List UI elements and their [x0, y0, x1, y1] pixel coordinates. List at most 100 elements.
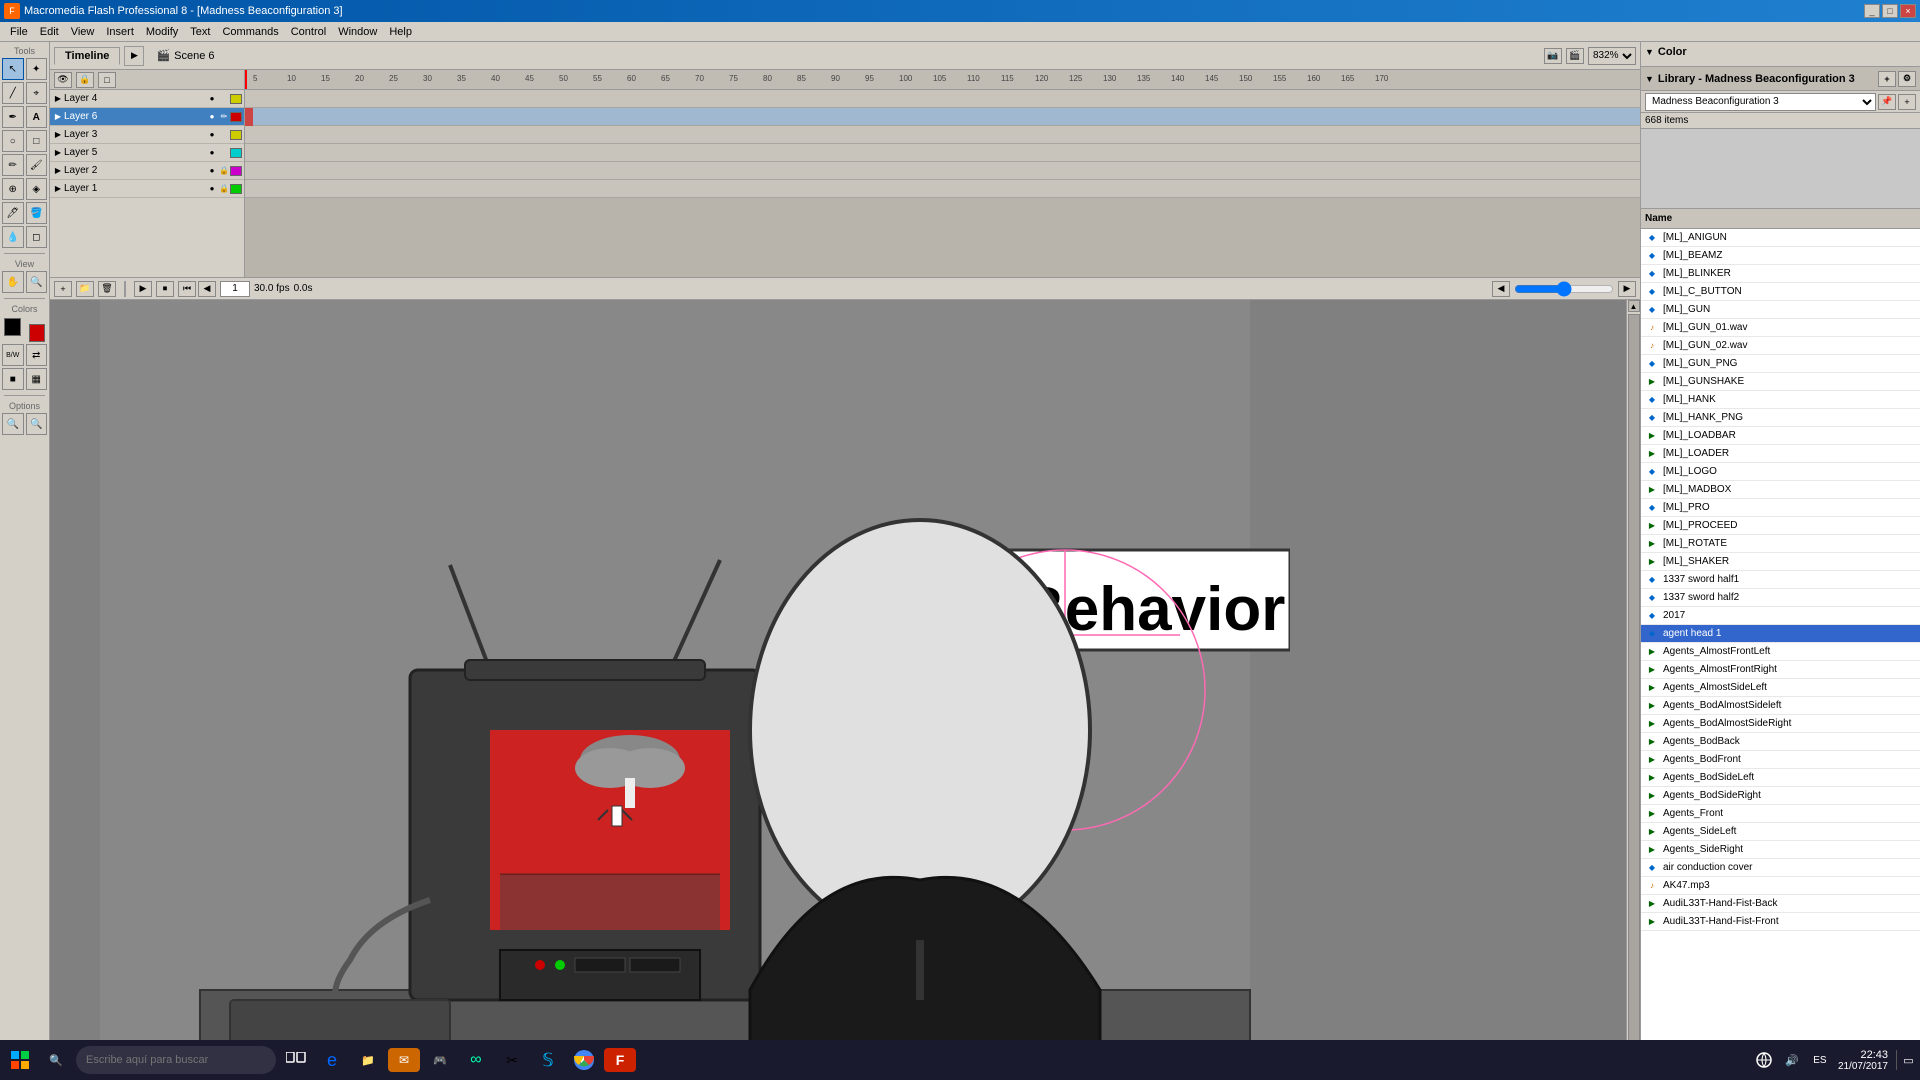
scroll-up-btn[interactable]: ▲ — [1628, 300, 1640, 312]
lib-settings-btn[interactable]: ⚙ — [1898, 71, 1916, 87]
layer-3-lock-icon[interactable] — [218, 129, 230, 141]
menu-modify[interactable]: Modify — [140, 24, 184, 40]
search-icon[interactable]: 🔍 — [40, 1044, 72, 1076]
library-item[interactable]: ▶Agents_SideLeft — [1641, 823, 1920, 841]
brush-tool[interactable]: 🖌 — [26, 154, 48, 176]
add-layer-btn[interactable]: + — [54, 281, 72, 297]
games-icon[interactable]: 🎮 — [424, 1044, 456, 1076]
zoom-tool[interactable]: 🔍 — [26, 271, 48, 293]
ie-icon[interactable]: e — [316, 1044, 348, 1076]
scroll-thumb[interactable] — [1628, 314, 1640, 1052]
show-all-btn[interactable]: 👁 — [54, 72, 72, 88]
line-tool[interactable]: ╱ — [2, 82, 24, 104]
lib-pin-btn[interactable]: 📌 — [1878, 94, 1896, 110]
library-item[interactable]: ▶[ML]_LOADER — [1641, 445, 1920, 463]
timeline-tab[interactable]: Timeline — [54, 47, 120, 65]
library-item[interactable]: ▶AudiL33T-Hand-Fist-Back — [1641, 895, 1920, 913]
eyedropper-tool[interactable]: 💧 — [2, 226, 24, 248]
lock-all-btn[interactable]: 🔒 — [76, 72, 94, 88]
library-collapse-icon[interactable]: ▼ — [1645, 74, 1654, 84]
library-item[interactable]: ▶[ML]_LOADBAR — [1641, 427, 1920, 445]
layer-5-visible-icon[interactable]: ● — [206, 147, 218, 159]
library-item[interactable]: ◆[ML]_PRO — [1641, 499, 1920, 517]
select-tool[interactable]: ↖ — [2, 58, 24, 80]
library-item[interactable]: ▶Agents_BodSideRight — [1641, 787, 1920, 805]
library-list[interactable]: ◆[ML]_ANIGUN◆[ML]_BEAMZ◆[ML]_BLINKER◆[ML… — [1641, 229, 1920, 1080]
library-item[interactable]: ◆[ML]_ANIGUN — [1641, 229, 1920, 247]
ink-bottle-tool[interactable]: 🖊 — [2, 202, 24, 224]
library-item[interactable]: ▶[ML]_PROCEED — [1641, 517, 1920, 535]
library-item[interactable]: ▶Agents_AlmostFrontRight — [1641, 661, 1920, 679]
camera-btn[interactable]: 📷 — [1544, 48, 1562, 64]
library-item[interactable]: ▶AudiL33T-Hand-Fist-Front — [1641, 913, 1920, 931]
task-view-btn[interactable] — [280, 1044, 312, 1076]
layer-1-lock-icon[interactable]: 🔒 — [218, 183, 230, 195]
menu-control[interactable]: Control — [285, 24, 332, 40]
stop-btn[interactable]: ⏹ — [156, 281, 174, 297]
scene-btn[interactable]: 🎬 — [1566, 48, 1584, 64]
menu-file[interactable]: File — [4, 24, 34, 40]
layer-5-row[interactable]: ▶ Layer 5 ● — [50, 144, 244, 162]
layer-2-lock-icon[interactable]: 🔒 — [218, 165, 230, 177]
text-tool[interactable]: A — [26, 106, 48, 128]
library-item[interactable]: ◆air conduction cover — [1641, 859, 1920, 877]
layer-1-visible-icon[interactable]: ● — [206, 183, 218, 195]
taskbar-search-input[interactable] — [76, 1046, 276, 1074]
color-collapse-icon[interactable]: ▼ — [1645, 47, 1654, 57]
library-item[interactable]: ◆[ML]_BEAMZ — [1641, 247, 1920, 265]
menu-view[interactable]: View — [65, 24, 101, 40]
library-item[interactable]: ◆1337 sword half2 — [1641, 589, 1920, 607]
library-item[interactable]: ▶Agents_BodSideLeft — [1641, 769, 1920, 787]
playhead[interactable] — [245, 70, 247, 89]
pencil-tool[interactable]: ✏ — [2, 154, 24, 176]
layer-3-visible-icon[interactable]: ● — [206, 129, 218, 141]
bw-btn[interactable]: B/W — [2, 344, 24, 366]
library-item[interactable]: ♪[ML]_GUN_01.wav — [1641, 319, 1920, 337]
menu-insert[interactable]: Insert — [100, 24, 140, 40]
layer-2-row[interactable]: ▶ Layer 2 ● 🔒 — [50, 162, 244, 180]
library-item[interactable]: ◆[ML]_LOGO — [1641, 463, 1920, 481]
library-item[interactable]: ◆[ML]_HANK_PNG — [1641, 409, 1920, 427]
mail-icon[interactable]: ✉ — [388, 1048, 420, 1072]
layer-4-lock-icon[interactable] — [218, 93, 230, 105]
scroll-left-btn[interactable]: ◀ — [1492, 281, 1510, 297]
subselect-tool[interactable]: ✦ — [26, 58, 48, 80]
library-item[interactable]: ◆1337 sword half1 — [1641, 571, 1920, 589]
library-item[interactable]: ▶Agents_BodBack — [1641, 733, 1920, 751]
outline-all-btn[interactable]: □ — [98, 72, 116, 88]
titlebar-controls[interactable]: _ □ × — [1864, 4, 1916, 18]
fill-color-swatch[interactable] — [29, 324, 46, 342]
library-item[interactable]: ▶Agents_AlmostSideLeft — [1641, 679, 1920, 697]
paint-bucket-tool[interactable]: 🪣 — [26, 202, 48, 224]
layer-6-visible-icon[interactable]: ● — [206, 111, 218, 123]
layer-6-row[interactable]: ▶ Layer 6 ● ✏ — [50, 108, 244, 126]
close-button[interactable]: × — [1900, 4, 1916, 18]
custom-icon-2[interactable]: ✂ — [496, 1044, 528, 1076]
library-item[interactable]: ◆[ML]_BLINKER — [1641, 265, 1920, 283]
maximize-button[interactable]: □ — [1882, 4, 1898, 18]
network-icon[interactable] — [1754, 1050, 1774, 1070]
minimize-button[interactable]: _ — [1864, 4, 1880, 18]
stage-vscrollbar[interactable]: ▲ ▼ — [1626, 300, 1640, 1066]
play-btn[interactable]: ▶ — [134, 281, 152, 297]
library-item[interactable]: ▶Agents_BodFront — [1641, 751, 1920, 769]
library-item[interactable]: ▶[ML]_SHAKER — [1641, 553, 1920, 571]
gradient-btn[interactable]: ▦ — [26, 368, 48, 390]
library-item[interactable]: ▶Agents_BodAlmostSideleft — [1641, 697, 1920, 715]
zoom-select[interactable]: 832% 800% 400% 200% 100% — [1588, 47, 1636, 65]
layer-4-visible-icon[interactable]: ● — [206, 93, 218, 105]
library-item[interactable]: ◆[ML]_C_BUTTON — [1641, 283, 1920, 301]
library-item[interactable]: ◆2017 — [1641, 607, 1920, 625]
library-item[interactable]: ◆[ML]_GUN_PNG — [1641, 355, 1920, 373]
scroll-right-btn[interactable]: ▶ — [1618, 281, 1636, 297]
timeline-toggle-btn[interactable]: ▶ — [124, 46, 144, 66]
skype-icon[interactable]: 𝕊 — [532, 1044, 564, 1076]
library-item[interactable]: ♪[ML]_GUN_02.wav — [1641, 337, 1920, 355]
timeline-scrollbar[interactable] — [1514, 281, 1614, 297]
library-item[interactable]: ▶[ML]_GUNSHAKE — [1641, 373, 1920, 391]
lasso-tool[interactable]: ⌖ — [26, 82, 48, 104]
rect-tool[interactable]: □ — [26, 130, 48, 152]
menu-help[interactable]: Help — [383, 24, 418, 40]
prev-frame-btn[interactable]: ◀ — [198, 281, 216, 297]
layer-5-lock-icon[interactable] — [218, 147, 230, 159]
